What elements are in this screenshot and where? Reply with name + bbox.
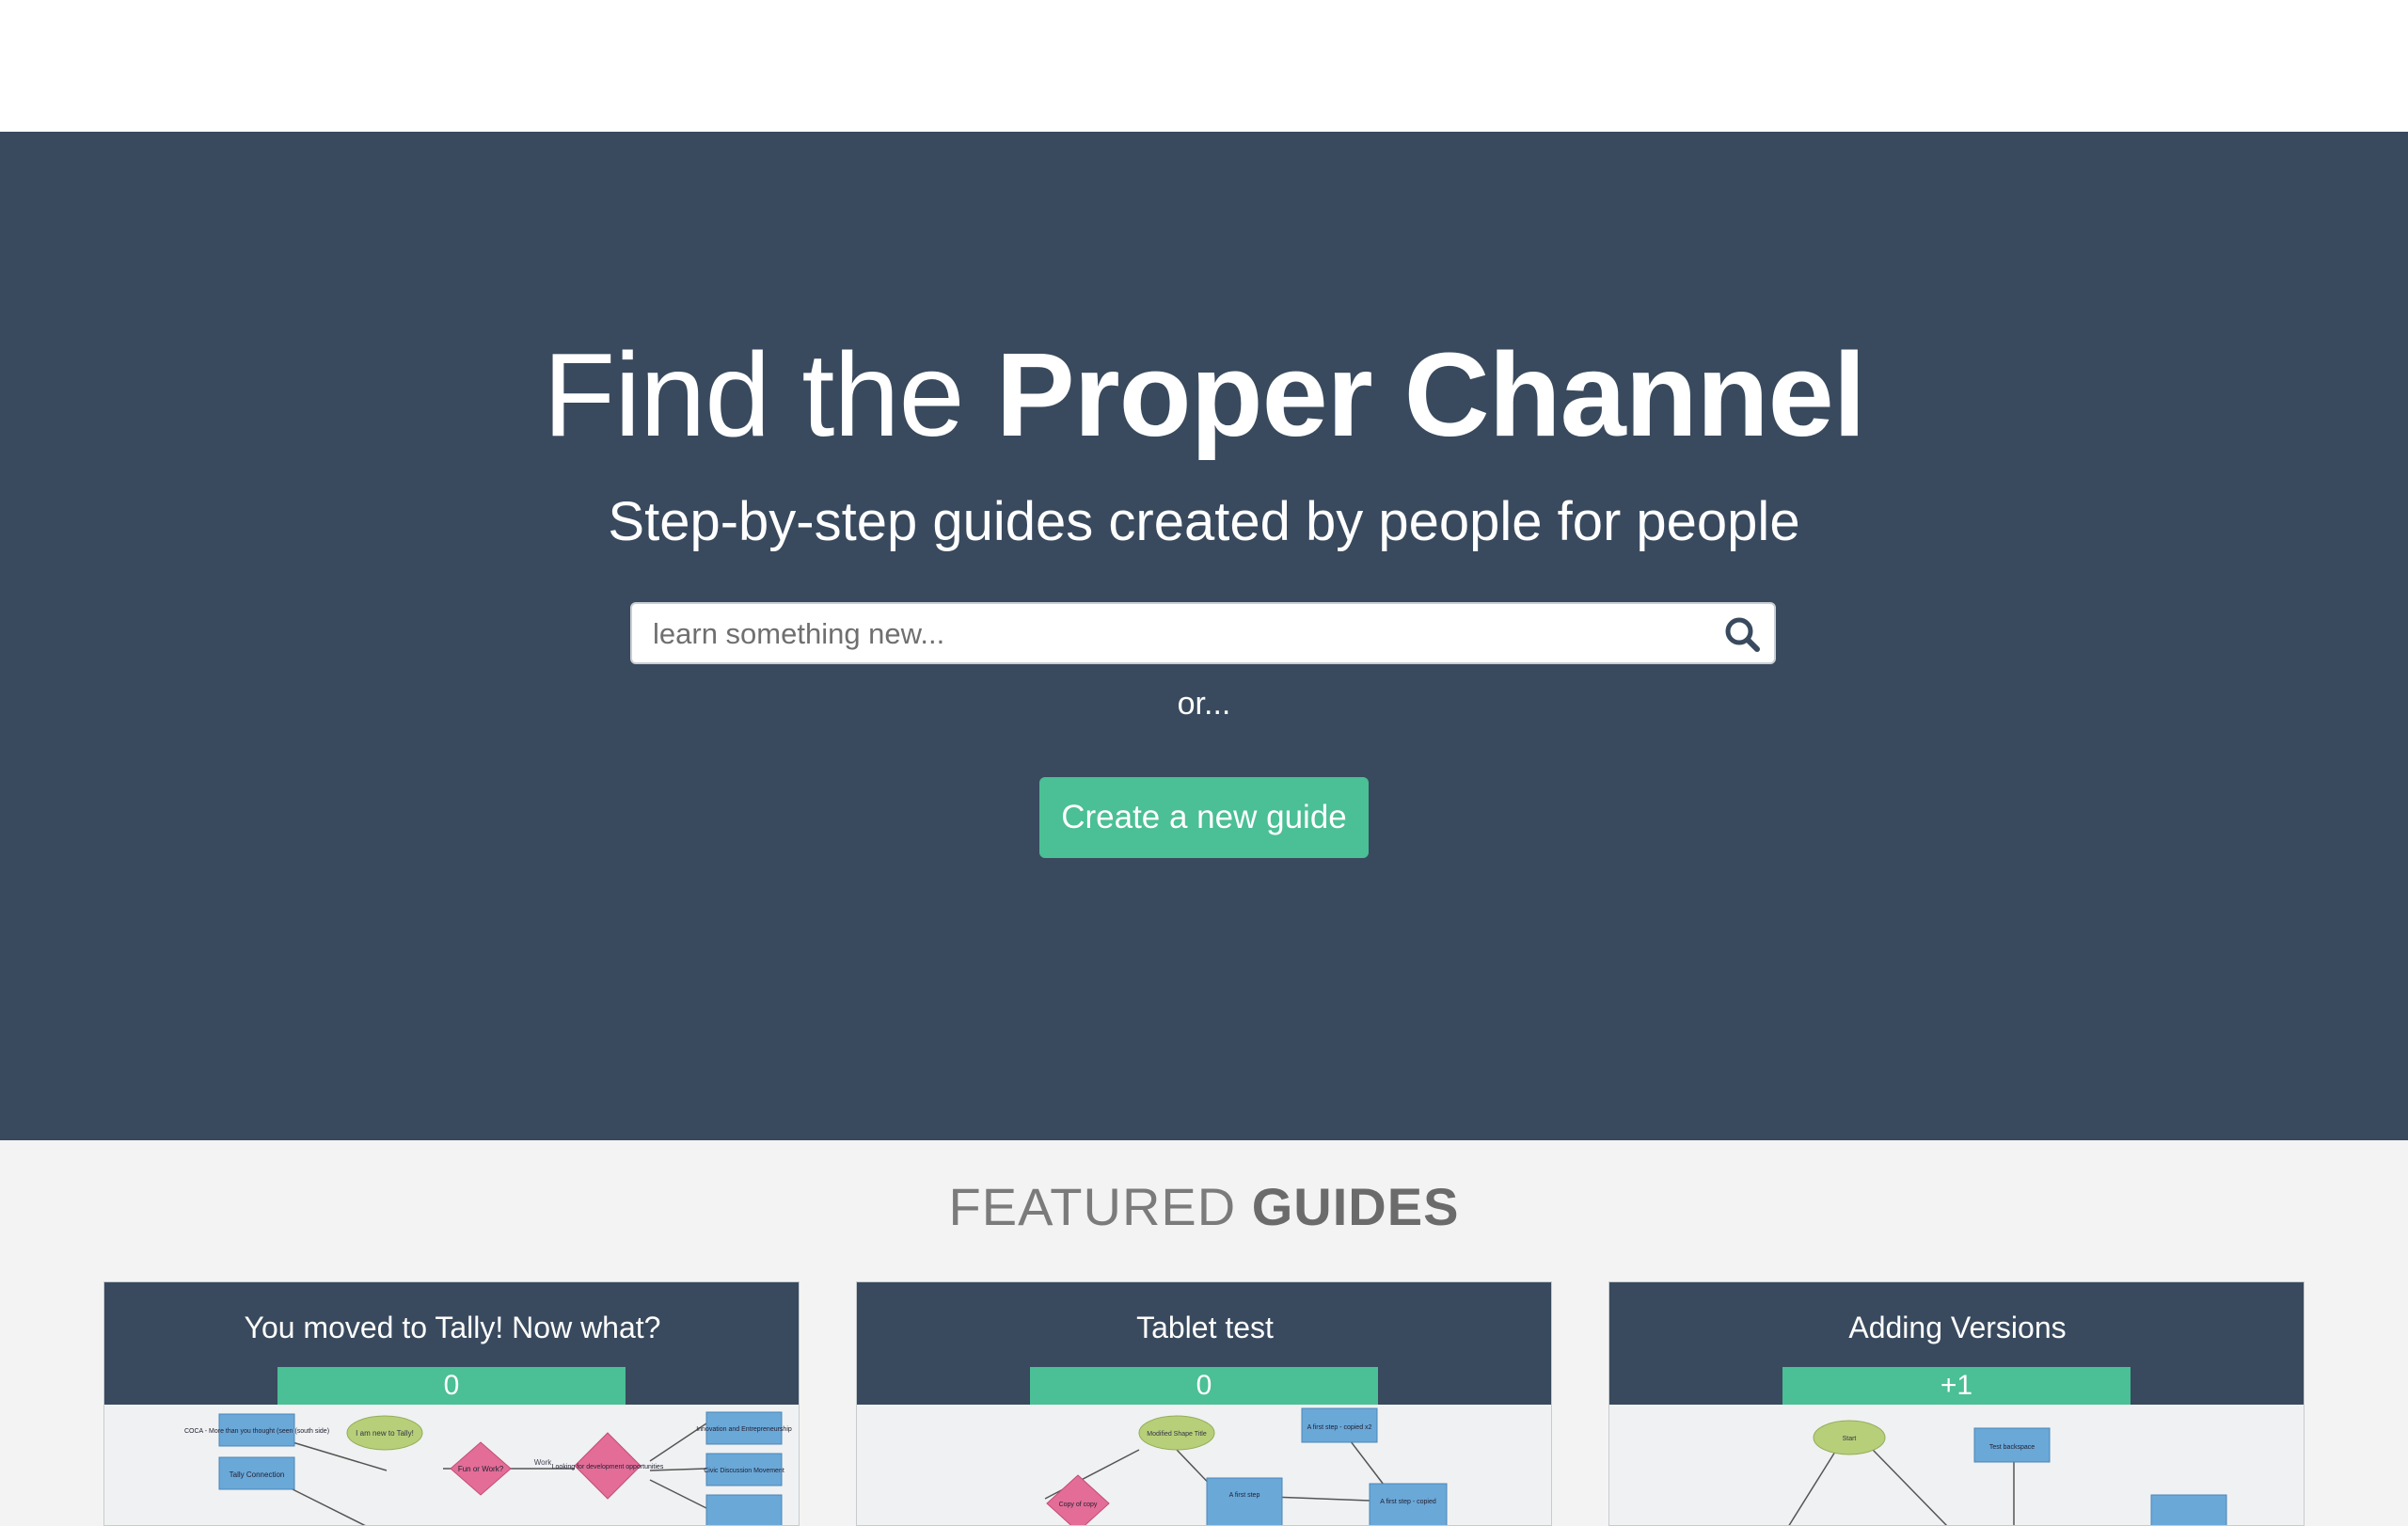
flow-node-label: Tally Connection: [230, 1470, 285, 1479]
guide-card-header: You moved to Tally! Now what? 0: [104, 1282, 799, 1405]
featured-title-bold: GUIDES: [1251, 1177, 1460, 1236]
flow-node-label: Start: [1843, 1436, 1857, 1442]
flow-node: [1206, 1477, 1283, 1525]
guide-title[interactable]: Adding Versions: [1609, 1309, 2304, 1346]
hero-section: Find the Proper Channel Step-by-step gui…: [0, 132, 2408, 1140]
flow-node-label: A first step - copied: [1380, 1499, 1436, 1505]
guide-card-header: Adding Versions +1: [1609, 1282, 2304, 1405]
flow-node-label: Fun or Work?: [458, 1465, 504, 1473]
guide-flowchart-preview[interactable]: Start Test backspace: [1609, 1405, 2304, 1525]
flow-node-label: Looking for development opportunities: [552, 1464, 664, 1470]
or-text: or...: [1177, 686, 1231, 722]
guide-card[interactable]: You moved to Tally! Now what? 0 COCA - M…: [103, 1281, 800, 1526]
flow-node-label: I am new to Tally!: [356, 1429, 414, 1438]
top-nav-bar: [0, 0, 2408, 132]
guide-title[interactable]: You moved to Tally! Now what?: [104, 1309, 799, 1346]
search-box: [630, 602, 1776, 664]
flow-node: [1046, 1474, 1110, 1525]
hero-title-bold: Proper Channel: [995, 328, 1866, 461]
flow-node: [705, 1494, 783, 1525]
flow-node-label: Innovation and Entrepreneurship: [696, 1426, 792, 1433]
flow-node-label: COCA - More than you thought (seen (sout…: [184, 1428, 329, 1435]
flowchart-thumbnail: Modified Shape Title A first step - copi…: [1044, 1407, 1448, 1525]
flow-node-label: Test backspace: [1989, 1444, 2035, 1451]
search-icon[interactable]: [1723, 615, 1761, 653]
flow-node-label: A first step - copied x2: [1307, 1424, 1372, 1431]
guide-title[interactable]: Tablet test: [857, 1309, 1551, 1346]
hero-subtitle: Step-by-step guides created by people fo…: [608, 491, 1800, 552]
guide-card[interactable]: Adding Versions +1 Start Test backspace: [1608, 1281, 2305, 1526]
featured-title-light: FEATURED: [948, 1177, 1237, 1236]
guide-card-header: Tablet test 0: [857, 1282, 1551, 1405]
flow-edge-label: Work: [534, 1458, 553, 1467]
flow-node: [2150, 1494, 2227, 1525]
featured-guides-heading: FEATURED GUIDES: [0, 1174, 2408, 1240]
guide-vote-count: 0: [277, 1367, 626, 1405]
flow-node-label: Civic Discussion Movement: [704, 1468, 784, 1474]
guide-flowchart-preview[interactable]: Modified Shape Title A first step - copi…: [857, 1405, 1551, 1525]
hero-title-light: Find the: [543, 328, 964, 461]
flow-node-label: Modified Shape Title: [1147, 1431, 1207, 1438]
guide-card[interactable]: Tablet test 0 Modified Shape Title A fir…: [856, 1281, 1552, 1526]
hero-title: Find the Proper Channel: [0, 325, 2408, 466]
guide-flowchart-preview[interactable]: COCA - More than you thought (seen (sout…: [104, 1405, 799, 1525]
flow-node-label: A first step: [1229, 1492, 1260, 1499]
flowchart-thumbnail: Start Test backspace: [1788, 1420, 2227, 1525]
flowchart-thumbnail: COCA - More than you thought (seen (sout…: [184, 1411, 792, 1525]
guide-vote-count: 0: [1030, 1367, 1378, 1405]
search-input[interactable]: [651, 604, 1689, 664]
create-guide-button[interactable]: Create a new guide: [1039, 777, 1369, 858]
guide-vote-count: +1: [1782, 1367, 2131, 1405]
